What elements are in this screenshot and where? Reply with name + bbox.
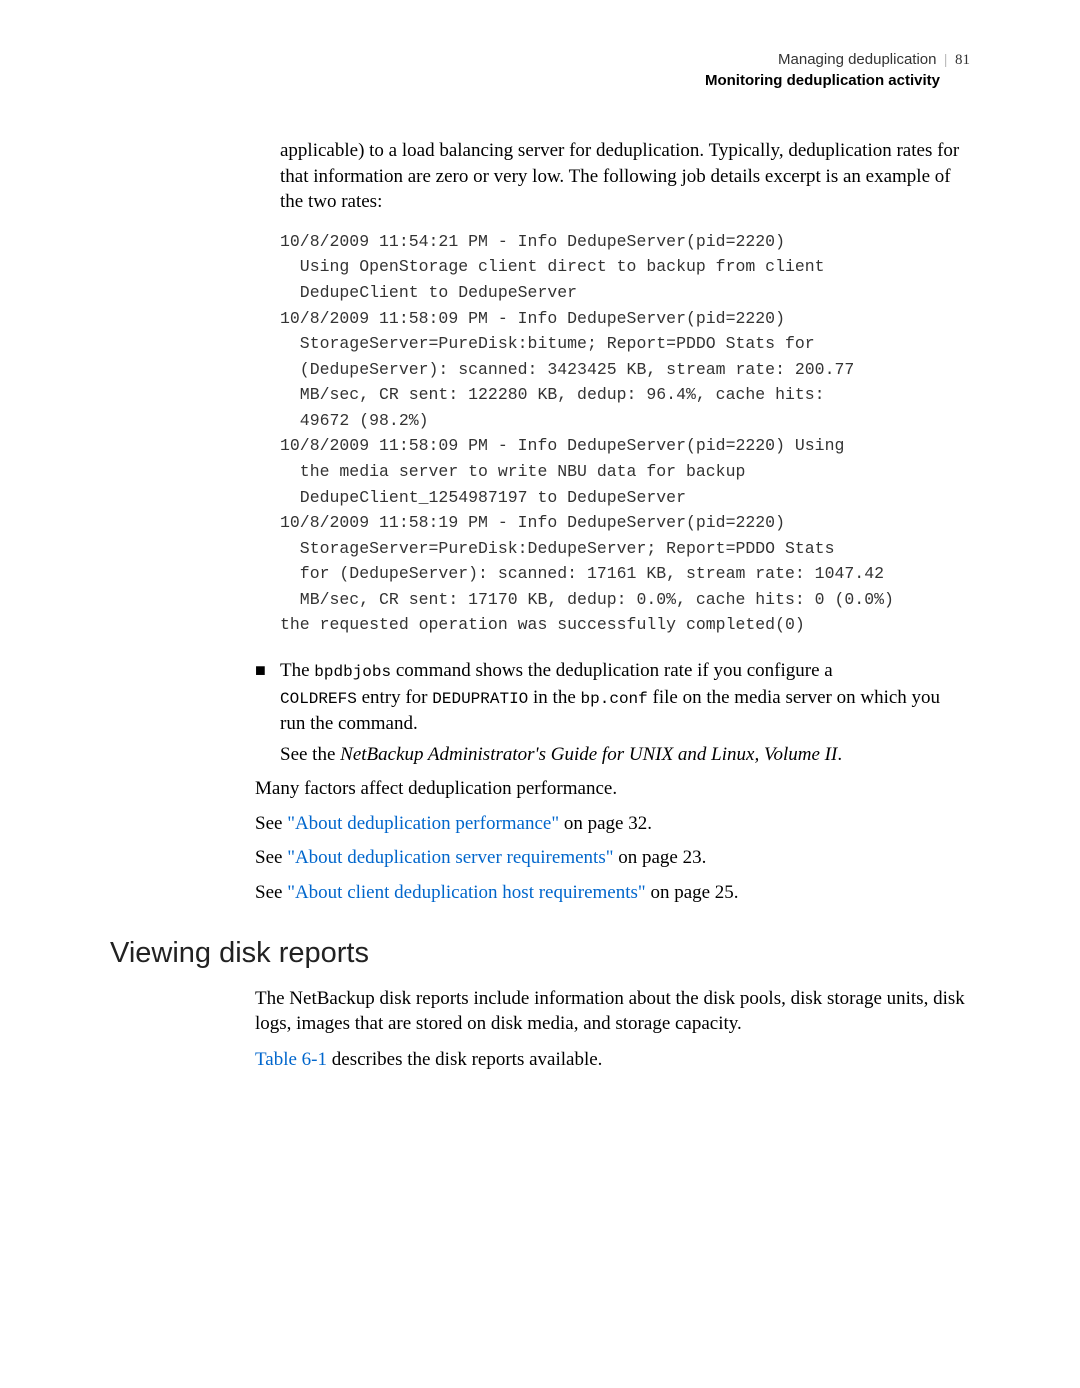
header-chapter: Managing deduplication xyxy=(778,51,936,68)
see-link-server-req[interactable]: "About deduplication server requirements… xyxy=(287,847,613,868)
header-section: Monitoring deduplication activity xyxy=(110,71,940,91)
see-prefix: See xyxy=(255,813,287,834)
bullet-text-part: command shows the deduplication rate if … xyxy=(391,660,833,681)
see-reference-3: See "About client deduplication host req… xyxy=(255,880,970,907)
page-number: 81 xyxy=(955,52,970,68)
bullet-see-reference: See the NetBackup Administrator's Guide … xyxy=(280,742,970,769)
bullet-text-part: in the xyxy=(528,687,580,708)
see-reference-2: See "About deduplication server requirem… xyxy=(255,845,970,872)
see-link-performance[interactable]: "About deduplication performance" xyxy=(287,813,559,834)
command-bpdbjobs: bpdbjobs xyxy=(314,663,391,681)
bullet-text: The bpdbjobs command shows the deduplica… xyxy=(280,658,970,738)
see-suffix: . xyxy=(837,744,842,765)
book-title: NetBackup Administrator's Guide for UNIX… xyxy=(340,744,837,765)
see-reference-1: See "About deduplication performance" on… xyxy=(255,811,970,838)
command-bpconf: bp.conf xyxy=(581,690,648,708)
table-link[interactable]: Table 6-1 xyxy=(255,1049,327,1070)
bullet-text-part: The xyxy=(280,660,314,681)
header-divider: | xyxy=(944,52,947,68)
section-text: describes the disk reports available. xyxy=(327,1049,602,1070)
section-paragraph-2: Table 6-1 describes the disk reports ava… xyxy=(255,1047,970,1073)
section-heading: Viewing disk reports xyxy=(110,937,970,970)
log-code-block: 10/8/2009 11:54:21 PM - Info DedupeServe… xyxy=(280,229,970,638)
see-link-client-req[interactable]: "About client deduplication host require… xyxy=(287,882,646,903)
see-suffix: on page 32. xyxy=(559,813,652,834)
section-paragraph-1: The NetBackup disk reports include infor… xyxy=(255,986,970,1037)
intro-paragraph: applicable) to a load balancing server f… xyxy=(280,138,970,215)
command-coldrefs: COLDREFS xyxy=(280,690,357,708)
see-prefix: See xyxy=(255,882,287,903)
bullet-item: ■ The bpdbjobs command shows the dedupli… xyxy=(255,658,970,738)
see-prefix: See xyxy=(255,847,287,868)
body-paragraph: Many factors affect deduplication perfor… xyxy=(255,776,970,803)
page-header: Managing deduplication | 81 Monitoring d… xyxy=(110,50,970,90)
command-dedupratio: DEDUPRATIO xyxy=(432,690,528,708)
bullet-marker-icon: ■ xyxy=(255,658,280,738)
see-prefix: See the xyxy=(280,744,340,765)
see-suffix: on page 25. xyxy=(646,882,739,903)
see-suffix: on page 23. xyxy=(613,847,706,868)
bullet-text-part: entry for xyxy=(357,687,432,708)
